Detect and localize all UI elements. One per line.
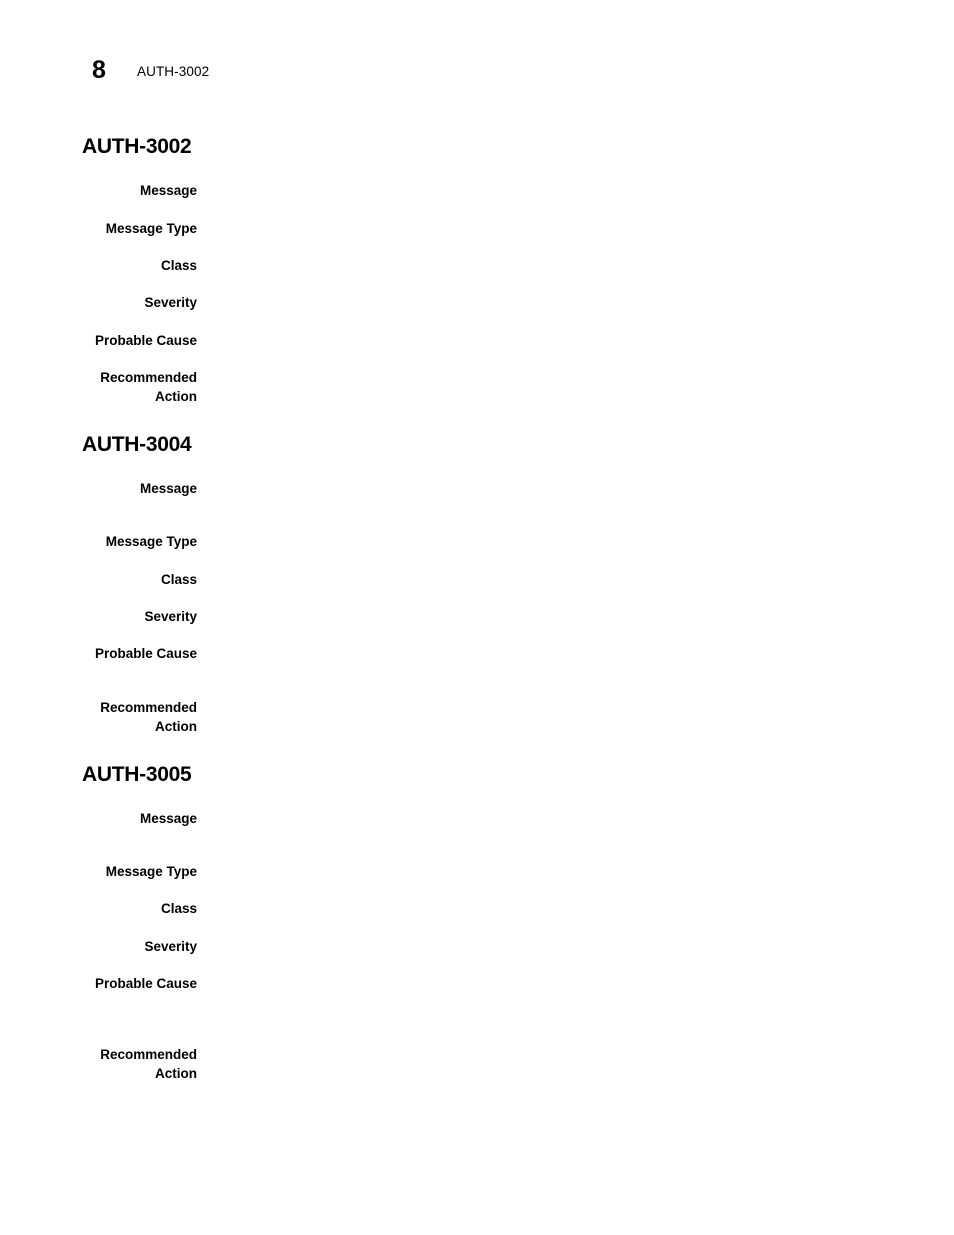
field-value (215, 1045, 875, 1064)
header-chapter-title: AUTH-3002 (137, 64, 210, 79)
field-value (215, 862, 875, 881)
field-value (215, 937, 875, 956)
field-label: Message Type (105, 221, 197, 236)
field-value (215, 899, 875, 918)
field-label: Severity (144, 939, 197, 954)
field-value (215, 698, 875, 717)
field-value (215, 219, 875, 238)
entry-title: AUTH-3002 (82, 135, 192, 158)
entry-title: AUTH-3004 (82, 433, 192, 456)
field-label: Probable Cause (94, 646, 197, 661)
field-value (215, 368, 875, 387)
field-value (215, 607, 875, 626)
field-value (215, 293, 875, 312)
field-value (215, 479, 875, 498)
page-number: 8 (92, 56, 106, 84)
entry-title: AUTH-3005 (82, 763, 192, 786)
field-value (215, 181, 875, 200)
field-value (215, 644, 875, 663)
field-value (215, 331, 875, 350)
running-header: 8 AUTH-3002 (0, 55, 954, 89)
field-label: Recommended Action (100, 370, 197, 404)
field-label: Message (139, 481, 197, 496)
field-label: Message Type (105, 534, 197, 549)
field-label: Probable Cause (94, 976, 197, 991)
field-label: Severity (144, 609, 197, 624)
field-value (215, 256, 875, 275)
field-label: Class (160, 572, 197, 587)
field-value (215, 532, 875, 551)
field-label: Class (160, 258, 197, 273)
document-page: 8 AUTH-3002 AUTH-3002 Message Message Type… (0, 0, 954, 1235)
field-label: Message (139, 183, 197, 198)
field-label: Recommended Action (100, 1047, 197, 1081)
field-label: Severity (144, 295, 197, 310)
field-label: Message (139, 811, 197, 826)
field-value (215, 570, 875, 589)
field-value (215, 974, 875, 993)
field-label: Probable Cause (94, 333, 197, 348)
field-value (215, 809, 875, 828)
field-label: Recommended Action (100, 700, 197, 734)
field-label: Message Type (105, 864, 197, 879)
field-label: Class (160, 901, 197, 916)
